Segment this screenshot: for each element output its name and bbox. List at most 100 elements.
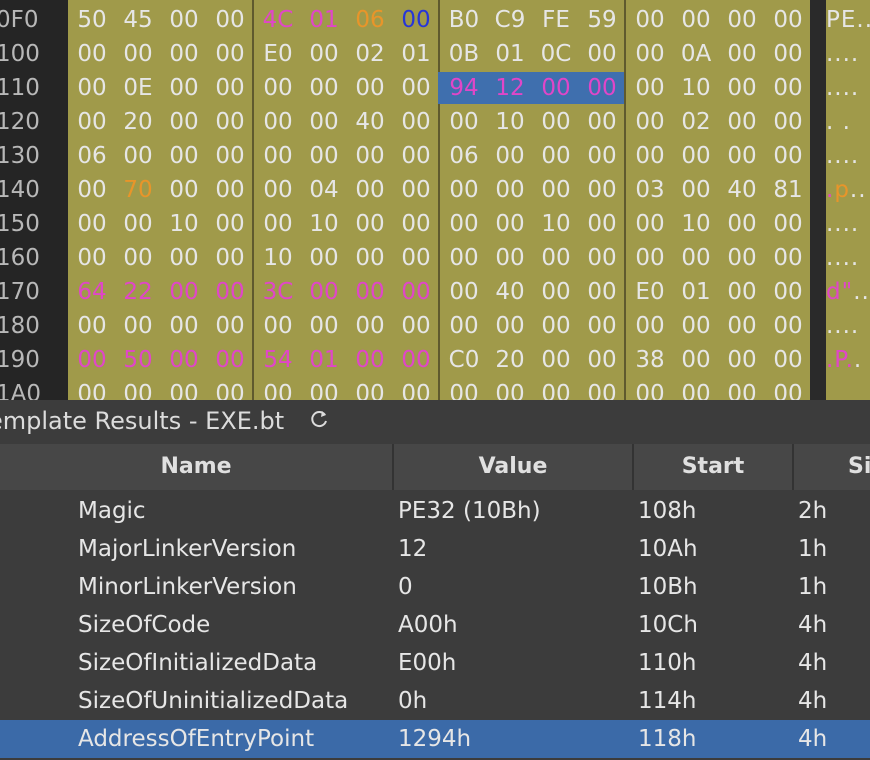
hex-byte[interactable]: 00 xyxy=(536,343,576,377)
hex-byte[interactable]: 00 xyxy=(72,309,112,343)
hex-byte[interactable]: 10 xyxy=(536,207,576,241)
hex-byte[interactable]: 40 xyxy=(350,105,390,139)
hex-byte[interactable]: 00 xyxy=(304,309,344,343)
hex-byte[interactable]: 00 xyxy=(582,309,622,343)
ascii-text[interactable]: .... xyxy=(826,37,859,71)
hex-byte[interactable]: 00 xyxy=(396,241,436,275)
hex-byte[interactable]: 00 xyxy=(258,173,298,207)
hex-byte[interactable]: 00 xyxy=(768,139,808,173)
hex-byte[interactable]: 00 xyxy=(444,173,484,207)
hex-byte[interactable]: 00 xyxy=(396,105,436,139)
hex-byte[interactable]: 22 xyxy=(118,275,158,309)
hex-byte[interactable]: 00 xyxy=(630,309,670,343)
ascii-text[interactable]: d".. xyxy=(826,275,870,309)
hex-byte[interactable]: 10 xyxy=(490,105,530,139)
hex-byte[interactable]: 00 xyxy=(768,3,808,37)
hex-byte[interactable]: 00 xyxy=(164,3,204,37)
hex-byte[interactable]: 00 xyxy=(676,377,716,400)
hex-byte[interactable]: 12 xyxy=(490,71,530,105)
column-header-start[interactable]: Start xyxy=(634,444,794,490)
hex-byte[interactable]: 38 xyxy=(630,343,670,377)
hex-byte[interactable]: 0E xyxy=(118,71,158,105)
hex-byte[interactable]: 00 xyxy=(768,207,808,241)
hex-byte[interactable]: 00 xyxy=(118,241,158,275)
hex-byte[interactable]: 00 xyxy=(396,309,436,343)
hex-byte[interactable]: 00 xyxy=(350,173,390,207)
hex-byte[interactable]: 00 xyxy=(722,343,762,377)
hex-byte[interactable]: 00 xyxy=(536,173,576,207)
hex-byte[interactable]: 00 xyxy=(582,343,622,377)
hex-byte[interactable]: 00 xyxy=(582,139,622,173)
hex-byte[interactable]: 00 xyxy=(768,309,808,343)
hex-byte[interactable]: 00 xyxy=(536,377,576,400)
hex-byte[interactable]: 00 xyxy=(72,343,112,377)
ascii-text[interactable]: .... xyxy=(826,241,859,275)
hex-byte[interactable]: 00 xyxy=(490,173,530,207)
hex-byte[interactable]: 00 xyxy=(630,241,670,275)
hex-byte[interactable]: 00 xyxy=(72,173,112,207)
hex-byte[interactable]: 64 xyxy=(72,275,112,309)
hex-byte[interactable]: FE xyxy=(536,3,576,37)
hex-byte[interactable]: 00 xyxy=(396,173,436,207)
hex-byte[interactable]: 00 xyxy=(164,275,204,309)
hex-byte[interactable]: 00 xyxy=(444,309,484,343)
hex-byte[interactable]: 0B xyxy=(444,37,484,71)
hex-byte[interactable]: 00 xyxy=(444,377,484,400)
hex-byte[interactable]: 40 xyxy=(722,173,762,207)
hex-byte[interactable]: 00 xyxy=(118,207,158,241)
hex-byte[interactable]: 00 xyxy=(164,105,204,139)
hex-byte[interactable]: 00 xyxy=(396,3,436,37)
hex-byte[interactable]: 00 xyxy=(350,343,390,377)
hex-byte[interactable]: 00 xyxy=(444,207,484,241)
hex-byte[interactable]: 54 xyxy=(258,343,298,377)
hex-byte[interactable]: 00 xyxy=(164,343,204,377)
hex-byte[interactable]: 00 xyxy=(118,377,158,400)
hex-byte[interactable]: 06 xyxy=(350,3,390,37)
table-row[interactable]: MinorLinkerVersion 0 10Bh 1h xyxy=(0,568,870,606)
hex-byte[interactable]: 00 xyxy=(258,377,298,400)
hex-byte[interactable]: 00 xyxy=(722,3,762,37)
hex-byte[interactable]: 00 xyxy=(164,173,204,207)
hex-byte[interactable]: 00 xyxy=(768,241,808,275)
hex-byte[interactable]: 00 xyxy=(536,71,576,105)
hex-byte[interactable]: 00 xyxy=(258,105,298,139)
hex-byte[interactable]: 00 xyxy=(210,173,250,207)
hex-byte[interactable]: 00 xyxy=(676,139,716,173)
hex-byte[interactable]: 00 xyxy=(722,241,762,275)
hex-byte[interactable]: 00 xyxy=(582,207,622,241)
hex-byte[interactable]: 00 xyxy=(582,377,622,400)
hex-byte[interactable]: 00 xyxy=(630,3,670,37)
table-row[interactable]: AddressOfEntryPoint 1294h 118h 4h xyxy=(0,720,870,758)
hex-byte[interactable]: 00 xyxy=(630,37,670,71)
hex-byte[interactable]: 59 xyxy=(582,3,622,37)
hex-byte[interactable]: 00 xyxy=(164,139,204,173)
hex-editor[interactable]: 0F0 50 45 00 00 4C 01 06 00 B0 C9 FE 59 00 00 00 00 PE.. 1… xyxy=(0,0,870,400)
ascii-text[interactable]: .... xyxy=(826,139,859,173)
hex-byte[interactable]: 10 xyxy=(164,207,204,241)
table-row[interactable]: SizeOfInitializedData E00h 110h 4h xyxy=(0,644,870,682)
ascii-text[interactable]: .P.. xyxy=(826,343,862,377)
hex-byte[interactable]: 01 xyxy=(676,275,716,309)
hex-byte[interactable]: 00 xyxy=(210,71,250,105)
hex-byte[interactable]: 00 xyxy=(210,37,250,71)
hex-byte[interactable]: 00 xyxy=(164,309,204,343)
hex-byte[interactable]: 00 xyxy=(490,241,530,275)
hex-byte[interactable]: 00 xyxy=(350,377,390,400)
hex-byte[interactable]: 00 xyxy=(210,3,250,37)
hex-byte[interactable]: 00 xyxy=(304,37,344,71)
ascii-text[interactable]: .... xyxy=(826,71,859,105)
hex-byte[interactable]: 00 xyxy=(582,71,622,105)
hex-byte[interactable]: 00 xyxy=(722,139,762,173)
hex-byte[interactable]: 00 xyxy=(118,37,158,71)
table-row[interactable]: Magic PE32 (10Bh) 108h 2h xyxy=(0,492,870,530)
hex-byte[interactable]: 00 xyxy=(210,377,250,400)
hex-byte[interactable]: 00 xyxy=(164,241,204,275)
hex-byte[interactable]: 00 xyxy=(118,309,158,343)
hex-byte[interactable]: 10 xyxy=(676,207,716,241)
hex-byte[interactable]: 94 xyxy=(444,71,484,105)
hex-byte[interactable]: 00 xyxy=(304,139,344,173)
hex-byte[interactable]: 01 xyxy=(304,3,344,37)
ascii-text[interactable]: .p.. xyxy=(826,173,867,207)
hex-byte[interactable]: 00 xyxy=(72,71,112,105)
hex-byte[interactable]: 00 xyxy=(490,139,530,173)
